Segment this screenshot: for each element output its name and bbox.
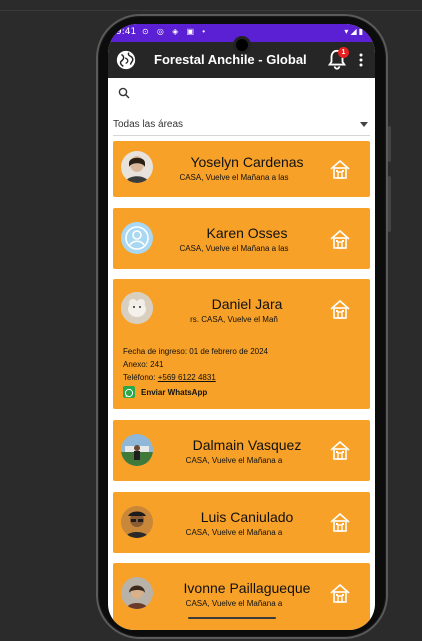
status-notification-icons: ⊙ ◎ ◈ ▣ •	[142, 27, 209, 36]
phone-link[interactable]: +569 6122 4831	[158, 373, 216, 382]
avatar	[121, 434, 153, 466]
avatar	[121, 222, 153, 254]
contact-card[interactable]: Yoselyn Cardenas CASA, Vuelve el Mañana …	[113, 141, 370, 197]
house-icon[interactable]	[329, 228, 351, 250]
search-input[interactable]	[108, 80, 375, 108]
contact-card[interactable]: Luis Caniulado CASA, Vuelve el Mañana a	[113, 492, 370, 553]
gesture-bar	[188, 617, 276, 619]
app-title: Forestal Anchile - Global	[154, 52, 307, 67]
extension-number: Anexo: 241	[123, 360, 164, 369]
contact-card[interactable]: Dalmain Vasquez CASA, Vuelve el Mañana a	[113, 420, 370, 481]
phone-label: Teléfono:	[123, 373, 158, 382]
power-button	[388, 176, 391, 232]
status-time: 9:41	[116, 27, 137, 37]
house-icon[interactable]	[329, 158, 351, 180]
contact-status: rs. CASA, Vuelve el Mañ	[190, 315, 278, 324]
house-icon[interactable]	[329, 298, 351, 320]
volume-button	[388, 126, 391, 162]
workspace-divider	[0, 10, 422, 11]
search-icon	[118, 87, 130, 99]
contact-status: CASA, Vuelve el Mañana a las	[179, 244, 289, 253]
contact-card-expanded[interactable]: Daniel Jara rs. CASA, Vuelve el Mañ Fech…	[113, 279, 370, 409]
contact-name: Karen Osses	[206, 225, 288, 241]
contact-card[interactable]: Karen Osses CASA, Vuelve el Mañana a las	[113, 208, 370, 269]
contact-status: CASA, Vuelve el Mañana a	[185, 528, 283, 537]
contact-card[interactable]: Ivonne Paillagueque CASA, Vuelve el Maña…	[113, 563, 370, 630]
contact-name: Dalmain Vasquez	[192, 437, 302, 453]
avatar	[121, 506, 153, 538]
contact-status: CASA, Vuelve el Mañana a las	[179, 173, 289, 182]
app-screen: 9:41 ⊙ ◎ ◈ ▣ • ▾◢▮ Forestal Anchile - Gl…	[108, 24, 375, 630]
avatar	[121, 292, 153, 324]
contact-name: Yoselyn Cardenas	[190, 154, 304, 170]
more-vert-icon[interactable]	[356, 52, 366, 68]
globe-icon[interactable]	[115, 49, 137, 71]
hire-date: Fecha de ingreso: 01 de febrero de 2024	[123, 347, 268, 356]
whatsapp-icon	[123, 386, 135, 398]
status-signal-battery-icons: ▾◢▮	[344, 27, 365, 36]
contact-status: CASA, Vuelve el Mañana a	[185, 456, 283, 465]
contact-name: Ivonne Paillagueque	[183, 580, 311, 596]
phone-line: Teléfono: +569 6122 4831	[123, 373, 216, 382]
contact-name: Luis Caniulado	[200, 509, 294, 525]
front-camera	[233, 36, 251, 54]
area-filter-value: Todas las áreas	[113, 119, 184, 130]
contact-status: CASA, Vuelve el Mañana a	[185, 599, 283, 608]
notification-badge: 1	[338, 47, 349, 58]
house-icon[interactable]	[329, 511, 351, 533]
house-icon[interactable]	[329, 582, 351, 604]
send-whatsapp-label: Enviar WhatsApp	[141, 388, 208, 397]
send-whatsapp-button[interactable]: Enviar WhatsApp	[123, 386, 223, 398]
area-filter-dropdown[interactable]: Todas las áreas	[113, 114, 370, 136]
avatar	[121, 151, 153, 183]
chevron-down-icon	[360, 122, 368, 127]
avatar	[121, 577, 153, 609]
house-icon[interactable]	[329, 439, 351, 461]
contact-name: Daniel Jara	[211, 296, 283, 312]
